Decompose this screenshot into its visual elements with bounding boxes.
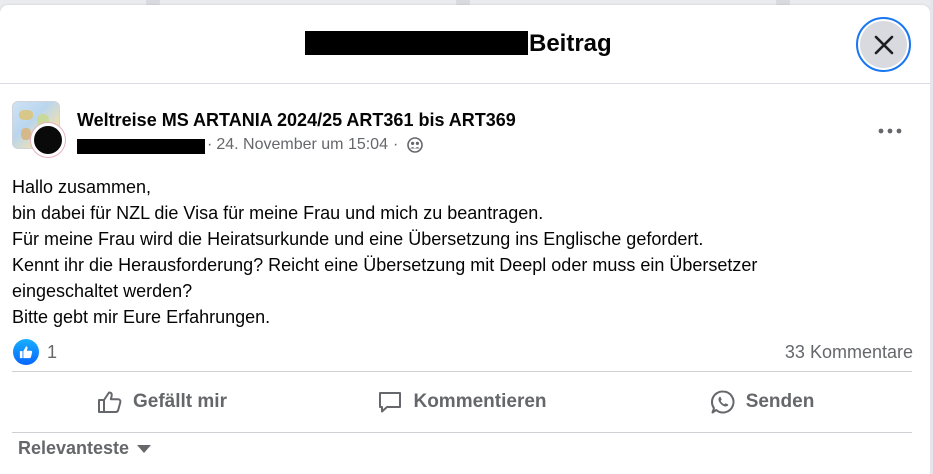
comment-icon xyxy=(379,392,402,413)
like-button-label: Gefällt mir xyxy=(133,391,227,412)
send-button[interactable]: Senden xyxy=(612,372,912,432)
meta-separator: · xyxy=(207,136,213,153)
more-options-icon xyxy=(878,128,902,134)
thumbs-up-icon xyxy=(98,391,122,413)
comment-button-label: Kommentieren xyxy=(413,391,547,412)
comment-sort-label: Relevanteste xyxy=(18,438,130,458)
post-line: Hallo zusammen, xyxy=(12,177,152,197)
reaction-summary[interactable]: 1 xyxy=(13,339,57,365)
caret-down-icon xyxy=(137,444,152,453)
comment-count-link[interactable]: 33 Kommentare xyxy=(785,339,913,365)
more-options-button[interactable] xyxy=(872,117,908,145)
comment-sort-dropdown[interactable]: Relevanteste xyxy=(18,438,152,459)
dialog-header: Beitrag xyxy=(0,5,930,84)
like-button[interactable]: Gefällt mir xyxy=(12,372,312,432)
redacted-author-name xyxy=(305,31,528,55)
post-text: Hallo zusammen, bin dabei für NZL die Vi… xyxy=(12,174,912,330)
dialog-title: Beitrag xyxy=(529,30,612,57)
post-line: bin dabei für NZL die Visa für meine Fra… xyxy=(12,203,544,223)
send-button-label: Senden xyxy=(745,391,815,412)
post-meta: · 24. November um 15:04 · xyxy=(205,135,424,155)
like-count: 1 xyxy=(47,342,58,362)
group-name-link[interactable]: Weltreise MS ARTANIA 2024/25 ART361 bis … xyxy=(77,109,516,131)
members-icon[interactable] xyxy=(407,137,424,153)
map-shape xyxy=(21,128,31,140)
close-icon xyxy=(874,35,893,54)
comment-button[interactable]: Kommentieren xyxy=(312,372,612,432)
post-action-bar: Gefällt mir Kommentieren Senden xyxy=(12,371,912,433)
meta-separator: · xyxy=(392,136,399,153)
close-button[interactable] xyxy=(856,17,911,72)
post-line: Für meine Frau wird die Heiratsurkunde u… xyxy=(12,229,704,249)
post-line: Kennt ihr die Herausforderung? Reicht ei… xyxy=(12,255,758,301)
post-line: Bitte gebt mir Eure Erfahrungen. xyxy=(12,307,271,327)
whatsapp-icon xyxy=(710,390,735,414)
map-shape xyxy=(19,110,33,120)
post-dialog: Beitrag Weltreise MS ARTANIA 2024/25 ART… xyxy=(0,5,930,474)
post-timestamp[interactable]: 24. November um 15:04 xyxy=(216,135,388,155)
redacted-author-link[interactable] xyxy=(77,139,205,154)
author-avatar[interactable] xyxy=(31,123,65,157)
like-reaction-icon xyxy=(13,339,39,365)
